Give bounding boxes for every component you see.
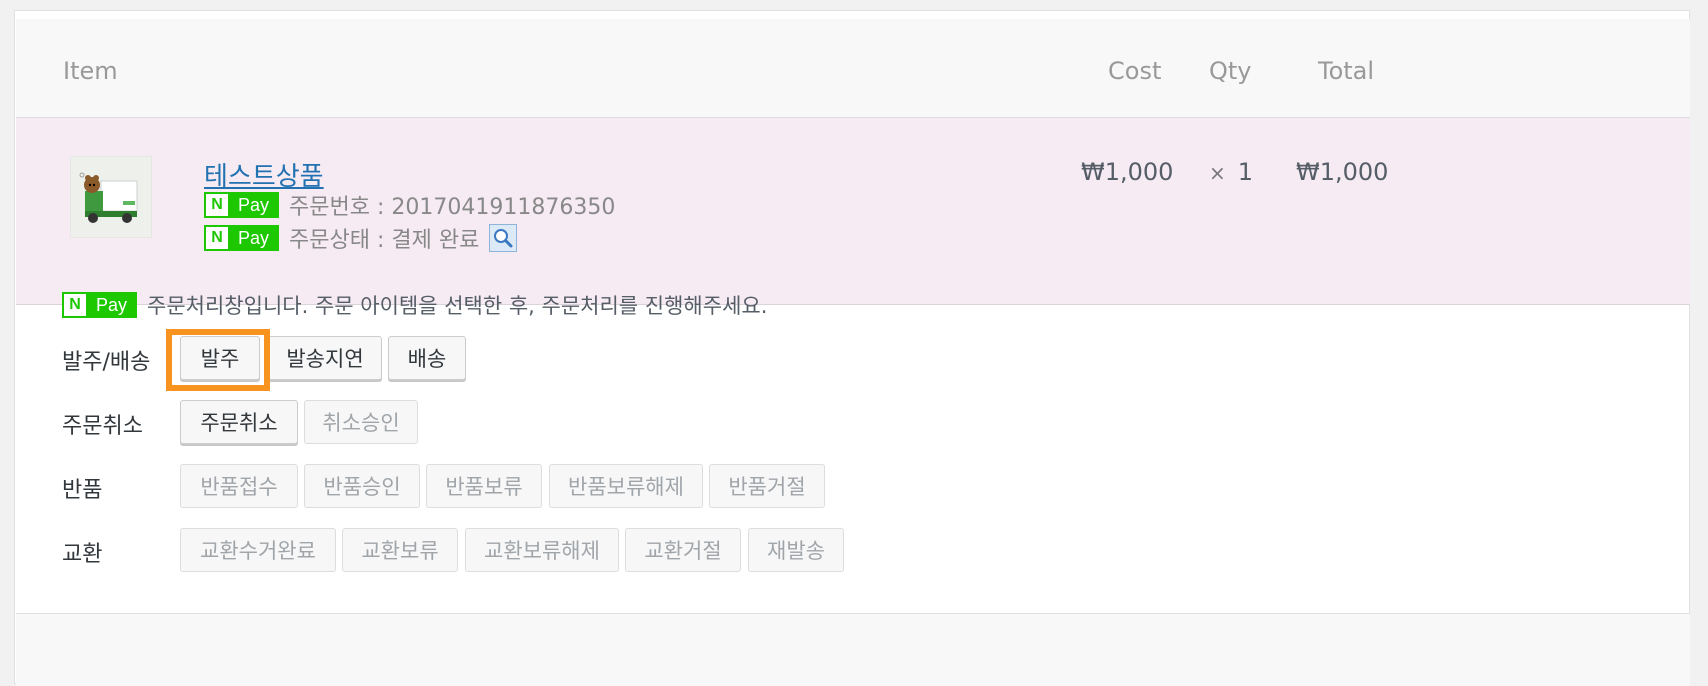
notice-text: 주문처리창입니다. 주문 아이템을 선택한 후, 주문처리를 진행해주세요. xyxy=(147,294,768,318)
header-cost: Cost xyxy=(1108,57,1162,85)
header-total: Total xyxy=(1318,57,1375,85)
group-label-order-shipping: 발주/배송 xyxy=(62,350,151,375)
group-label-exchange: 교환 xyxy=(62,542,103,567)
npay-notice: N Pay 주문처리창입니다. 주문 아이템을 선택한 후, 주문처리를 진행해… xyxy=(62,290,767,320)
npay-n-mark: N xyxy=(206,227,228,249)
order-status-line: N Pay 주문상태 : 결제 완료 xyxy=(204,222,518,254)
npay-pay-text: Pay xyxy=(96,294,128,315)
order-number-line: N Pay 주문번호 : 2017041911876350 xyxy=(204,189,615,221)
return-hold-button[interactable]: 반품보류 xyxy=(426,464,542,508)
order-number-text: 주문번호 : 2017041911876350 xyxy=(289,195,616,220)
qty-times: × xyxy=(1209,161,1226,185)
table-footer xyxy=(16,613,1690,686)
qty-value: 1 xyxy=(1237,158,1254,186)
approve-cancel-button[interactable]: 취소승인 xyxy=(304,400,418,444)
npay-pay-text: Pay xyxy=(238,194,270,215)
group-label-return: 반품 xyxy=(62,478,103,503)
return-request-button[interactable]: 반품접수 xyxy=(180,464,298,508)
cancel-order-button[interactable]: 주문취소 xyxy=(180,400,298,444)
search-icon[interactable] xyxy=(489,224,518,252)
return-hold-release-button[interactable]: 반품보류해제 xyxy=(549,464,703,508)
npay-n-mark: N xyxy=(64,294,86,316)
item-cost: ₩1,000 xyxy=(1081,158,1174,186)
exchange-reject-button[interactable]: 교환거절 xyxy=(625,528,741,572)
item-total: ₩1,000 xyxy=(1296,158,1389,186)
place-order-button[interactable]: 발주 xyxy=(180,336,260,380)
header-qty: Qty xyxy=(1209,57,1252,85)
table-header: Item Cost Qty Total xyxy=(16,19,1690,118)
ship-button[interactable]: 배송 xyxy=(388,336,466,380)
delay-shipping-button[interactable]: 발송지연 xyxy=(268,336,382,380)
exchange-hold-button[interactable]: 교환보류 xyxy=(342,528,458,572)
npay-logo: N Pay xyxy=(62,292,138,318)
exchange-hold-release-button[interactable]: 교환보류해제 xyxy=(465,528,619,572)
npay-logo: N Pay xyxy=(204,192,280,218)
order-items-panel: Item Cost Qty Total 테스트상품 N Pay 주문번호: 2… xyxy=(14,10,1690,686)
npay-pay-text: Pay xyxy=(238,227,270,248)
return-reject-button[interactable]: 반품거절 xyxy=(709,464,825,508)
product-name-link[interactable]: 테스트상품 xyxy=(204,156,324,193)
reship-button[interactable]: 재발송 xyxy=(748,528,844,572)
header-item: Item xyxy=(63,57,118,85)
npay-logo: N Pay xyxy=(204,225,280,251)
order-status-text: 주문상태 : 결제 완료 xyxy=(289,228,480,253)
product-thumbnail[interactable] xyxy=(70,156,152,238)
return-approve-button[interactable]: 반품승인 xyxy=(304,464,420,508)
npay-n-mark: N xyxy=(206,194,228,216)
item-qty: × 1 xyxy=(1209,158,1253,186)
group-label-cancel: 주문취소 xyxy=(62,414,143,439)
table-row[interactable]: 테스트상품 N Pay 주문번호 : 2017041911876350 N Pa… xyxy=(16,118,1690,305)
truck-character-icon xyxy=(79,172,138,223)
exchange-collected-button[interactable]: 교환수거완료 xyxy=(180,528,336,572)
